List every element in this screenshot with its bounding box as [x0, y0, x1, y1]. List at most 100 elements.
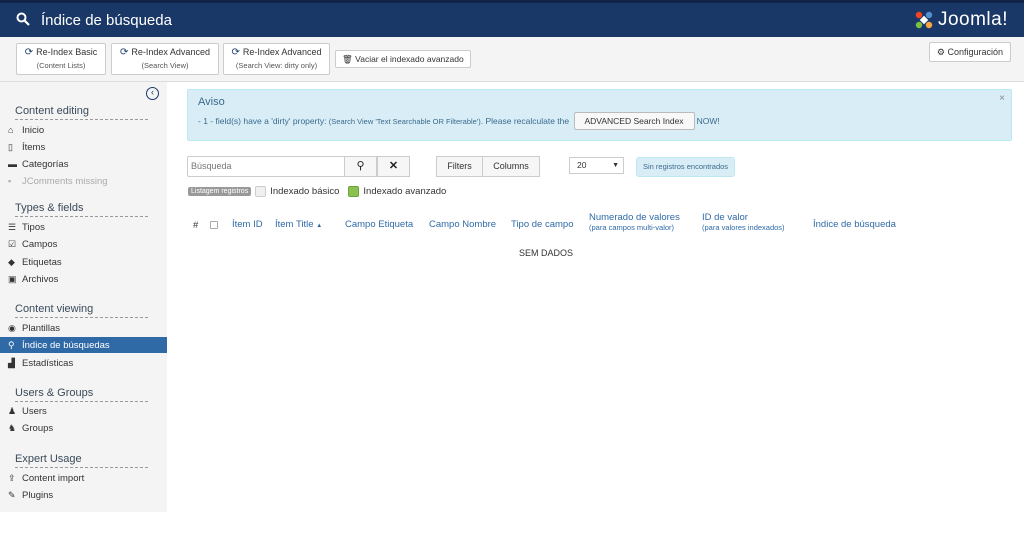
legend-advanced-swatch: [348, 185, 360, 197]
sidebar-item-label: Content import: [22, 473, 85, 484]
column-value-id-label: ID de valor: [702, 212, 748, 223]
users-icon: ♞: [8, 423, 17, 433]
sidebar-item-label: Users: [22, 406, 47, 417]
reindex-advanced-button[interactable]: ⟳ Re-Index Advanced (Search View): [111, 43, 219, 75]
reindex-advanced-dirty-button[interactable]: ⟳ Re-Index Advanced (Search View: dirty o…: [223, 43, 330, 75]
column-item-title-label: Ítem Title: [275, 219, 314, 230]
alert-text-small: (Search View 'Text Searchable OR Filtera…: [328, 117, 481, 126]
sidebar-item-content-import[interactable]: ⇪ Content import: [0, 470, 167, 486]
gear-icon: ⚙: [936, 47, 945, 57]
joomla-logo-text: Joomla!: [937, 9, 1008, 30]
plug-icon: ✎: [8, 490, 16, 500]
sidebar-item-label: Categorías: [22, 159, 69, 170]
column-value-id[interactable]: ID de valor (para valores indexados): [702, 212, 785, 232]
trash-icon: 🗑: [342, 54, 353, 64]
image-icon: ▣: [8, 274, 17, 284]
sidebar-item-label: Plugins: [22, 490, 54, 501]
sidebar-item-campos[interactable]: ☑ Campos: [0, 236, 167, 252]
sidebar-item-label: Archivos: [22, 274, 59, 285]
list-limit-select[interactable]: 20 ▼: [569, 157, 624, 174]
column-field-type[interactable]: Tipo de campo: [511, 219, 574, 230]
sidebar-item-label: Inicio: [22, 125, 45, 136]
section-content-viewing: Content viewing: [15, 303, 148, 318]
user-icon: ♟: [8, 406, 17, 416]
column-item-title[interactable]: Ítem Title ▲: [275, 219, 322, 230]
legend-basic-label: Indexado básico: [270, 185, 340, 197]
alert-text-before: - 1 - field(s) have a 'dirty' property:: [198, 116, 329, 126]
alert-text: - 1 - field(s) have a 'dirty' property: …: [198, 112, 720, 130]
reindex-basic-sub: (Content Lists): [36, 61, 86, 70]
configuration-button[interactable]: ⚙ Configuración: [928, 42, 1011, 62]
sidebar-item-indice-busquedas[interactable]: ⚲ Índice de búsquedas: [0, 337, 167, 353]
column-item-id[interactable]: Ítem ID: [232, 219, 263, 230]
alert-text-after: NOW!: [696, 116, 720, 126]
legend-badge: Listagem registros: [188, 186, 252, 196]
close-icon[interactable]: ×: [999, 93, 1005, 104]
home-icon: ⌂: [8, 125, 14, 135]
sort-asc-icon: ▲: [316, 223, 323, 229]
sidebar-item-items[interactable]: ▯ Ítems: [0, 139, 167, 155]
filters-button[interactable]: Filters: [436, 156, 483, 177]
folder-icon: ▬: [8, 159, 17, 169]
sidebar-item-users[interactable]: ♟ Users: [0, 403, 167, 419]
sidebar-item-tipos[interactable]: ☰ Tipos: [0, 219, 167, 235]
sidebar-item-label: Plantillas: [22, 323, 61, 334]
toolbar: ⟳ Re-Index Basic (Content Lists) ⟳ Re-Inde…: [0, 37, 1024, 82]
legend-advanced-label: Indexado avanzado: [363, 185, 447, 197]
sidebar: ‹ Content editing ⌂ Inicio ▯ Ítems ▬ Catego…: [0, 82, 167, 512]
select-all-checkbox[interactable]: [210, 221, 218, 229]
section-users-groups: Users & Groups: [15, 387, 148, 402]
list-limit-value: 20: [577, 160, 587, 170]
page-title: Índice de búsqueda: [41, 12, 172, 29]
sidebar-item-archivos[interactable]: ▣ Archivos: [0, 271, 167, 287]
search-input[interactable]: Búsqueda: [187, 156, 345, 177]
section-types-fields: Types & fields: [15, 202, 148, 217]
sidebar-item-etiquetas[interactable]: ◆ Etiquetas: [0, 254, 167, 270]
empty-advanced-index-button[interactable]: 🗑 Vaciar el indexado avanzado: [335, 50, 471, 68]
refresh-icon: ⟳: [24, 47, 34, 58]
index-legend: Listagem registros Indexado básico Index…: [188, 184, 446, 198]
sidebar-item-inicio[interactable]: ⌂ Inicio: [0, 122, 167, 138]
columns-button[interactable]: Columns: [482, 156, 540, 177]
section-content-editing: Content editing: [15, 105, 148, 120]
clear-search-button[interactable]: ✕: [377, 156, 410, 177]
search-button[interactable]: ⚲: [344, 156, 377, 177]
sidebar-item-label: Estadísticas: [22, 358, 74, 369]
column-value-count[interactable]: Numerado de valores (para campos multi-v…: [589, 212, 680, 232]
reindex-advanced-dirty-label: Re-Index Advanced: [242, 47, 322, 57]
sidebar-item-estadisticas[interactable]: ▟ Estadísticas: [0, 355, 167, 371]
refresh-icon: ⟳: [231, 47, 240, 58]
warning-alert: Aviso - 1 - field(s) have a 'dirty' prop…: [187, 89, 1012, 141]
checkbox-icon: ☑: [8, 239, 17, 249]
sidebar-item-categorias[interactable]: ▬ Categorías: [0, 156, 167, 172]
section-expert-usage: Expert Usage: [15, 453, 148, 468]
column-value-count-sub: (para campos multi-valor): [589, 223, 675, 232]
advanced-search-index-button[interactable]: ADVANCED Search Index: [573, 112, 695, 130]
sidebar-item-label: Campos: [22, 239, 58, 250]
sidebar-item-plugins[interactable]: ✎ Plugins: [0, 487, 167, 503]
reindex-basic-button[interactable]: ⟳ Re-Index Basic (Content Lists): [16, 43, 106, 75]
reindex-advanced-label: Re-Index Advanced: [131, 47, 210, 57]
eye-icon: ◉: [8, 323, 16, 333]
legend-basic-swatch: [255, 185, 267, 197]
sidebar-collapse-icon[interactable]: ‹: [146, 87, 159, 100]
sidebar-item-label: Tipos: [22, 222, 45, 233]
tag-icon: ◆: [8, 257, 15, 267]
refresh-icon: ⟳: [120, 47, 129, 58]
column-value-count-label: Numerado de valores: [589, 212, 680, 223]
column-field-label[interactable]: Campo Etiqueta: [345, 219, 413, 230]
column-search-index[interactable]: Índice de búsqueda: [813, 219, 896, 230]
sidebar-item-plantillas[interactable]: ◉ Plantillas: [0, 320, 167, 336]
sidebar-item-jcomments: ▪ JComments missing: [0, 173, 167, 189]
joomla-logo-icon: [915, 11, 933, 29]
joomla-logo[interactable]: Joomla!: [914, 8, 1008, 32]
sidebar-item-label: Etiquetas: [22, 257, 62, 268]
sidebar-item-groups[interactable]: ♞ Groups: [0, 420, 167, 436]
alert-text-middle: . Please recalculate the: [480, 116, 570, 126]
list-icon: ☰: [8, 222, 17, 232]
column-hash: #: [193, 220, 199, 231]
column-field-name[interactable]: Campo Nombre: [429, 219, 496, 230]
configuration-label: Configuración: [947, 47, 1003, 57]
empty-advanced-index-label: Vaciar el indexado avanzado: [355, 54, 464, 64]
top-header: Índice de búsqueda Joomla!: [0, 0, 1024, 37]
